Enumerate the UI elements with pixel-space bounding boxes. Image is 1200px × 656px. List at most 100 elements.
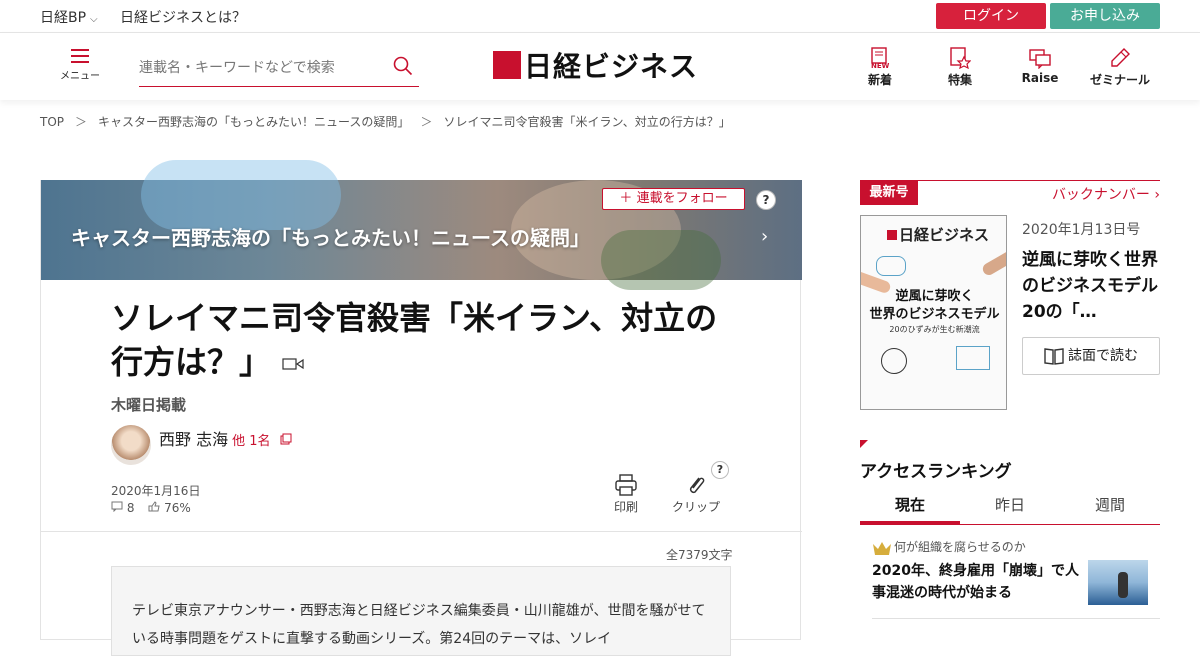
- tab-weekly[interactable]: 週間: [1060, 492, 1160, 524]
- apply-button[interactable]: お申し込み: [1050, 3, 1160, 29]
- popup-icon[interactable]: [280, 433, 292, 445]
- breadcrumb-series[interactable]: キャスター西野志海の「もっとみたい！ニュースの疑問」: [98, 115, 409, 129]
- follow-series-button[interactable]: ＋ 連載をフォロー: [602, 188, 745, 210]
- author-name[interactable]: 西野 志海: [159, 430, 228, 449]
- breadcrumb-separator: ＞: [420, 115, 433, 129]
- brand-label: 日経BP: [40, 10, 87, 26]
- logo-mark: [493, 51, 521, 79]
- hamburger-icon: [71, 49, 89, 63]
- issue-date: 2020年1月13日号: [1022, 222, 1141, 238]
- paperclip-icon: [689, 477, 705, 494]
- breadcrumb-separator: ＞: [75, 115, 88, 129]
- follow-label: 連載をフォロー: [636, 191, 728, 206]
- lead-paragraph: テレビ東京アナウンサー・西野志海と日経ビジネス編集委員・山川龍雄が、世間を騒がせ…: [111, 566, 731, 656]
- nav-new-label: 新着: [867, 73, 892, 87]
- plus-icon: ＋: [619, 191, 637, 206]
- magazine-cover[interactable]: 日経ビジネス 逆風に芽吹く 世界のビジネスモデル 20のひずみが生む新潮流: [860, 215, 1007, 410]
- chevron-down-icon: ⌵: [90, 14, 98, 25]
- site-logo[interactable]: 日経ビジネス: [493, 47, 698, 83]
- cover-illustration: [881, 348, 907, 374]
- tab-now[interactable]: 現在: [860, 492, 960, 524]
- ranking-thumbnail[interactable]: [1088, 560, 1148, 605]
- breadcrumb: TOP ＞ キャスター西野志海の「もっとみたい！ニュースの疑問」 ＞ ソレイマニ司令官殺…: [40, 113, 731, 130]
- pencil-icon: [1111, 48, 1130, 67]
- cover-illustration: [956, 346, 990, 370]
- author-avatar[interactable]: [111, 425, 151, 465]
- search-icon[interactable]: [393, 56, 413, 76]
- cover-subheadline: 20のひずみが生む新潮流: [889, 325, 980, 334]
- printer-icon: [615, 474, 637, 496]
- clip-button[interactable]: クリップ: [669, 474, 723, 515]
- nav-feature-label: 特集: [947, 73, 972, 87]
- divider: [872, 618, 1160, 619]
- nav-seminar[interactable]: ゼミナール: [1088, 47, 1152, 88]
- backnumber-link[interactable]: バックナンバー ›: [1052, 184, 1160, 204]
- comment-count[interactable]: 8: [127, 501, 135, 515]
- ranking-mark: [860, 440, 868, 448]
- publish-schedule: 木曜日掲載: [111, 396, 187, 414]
- article-title-text: ソレイマニ司令官殺害「米イラン、対立の行方は？」: [111, 299, 718, 381]
- breadcrumb-top[interactable]: TOP: [40, 115, 64, 129]
- issue-title[interactable]: 逆風に芽吹く世界のビジネスモデル 20の「…: [1022, 247, 1175, 325]
- nav-seminar-label: ゼミナール: [1089, 73, 1150, 87]
- site-header: メニュー 連載名・キーワードなどで検索 日経ビジネス NEW 新着 特集 Rai…: [0, 33, 1200, 100]
- article-stats: 8 76%: [111, 501, 191, 515]
- article-card: キャスター西野志海の「もっとみたい！ニュースの疑問」 › ＋ 連載をフォロー ?…: [40, 160, 802, 656]
- divider: [41, 531, 802, 532]
- login-button[interactable]: ログイン: [936, 3, 1046, 29]
- video-icon: [282, 358, 304, 370]
- nav-new[interactable]: NEW 新着: [864, 47, 896, 88]
- comment-icon: [111, 501, 123, 513]
- like-rate[interactable]: 76%: [164, 501, 191, 515]
- cover-logo-text: 日経ビジネス: [899, 226, 990, 244]
- backnumber-label: バックナンバー: [1051, 187, 1150, 203]
- read-label: 誌面で読む: [1068, 348, 1138, 364]
- ranking-category-text[interactable]: 何が組織を腐らせるのか: [894, 540, 1026, 554]
- ranking-category: 何が組織を腐らせるのか: [872, 538, 1026, 556]
- ranking-tabs: 現在 昨日 週間: [860, 490, 1160, 525]
- author-line: 西野 志海他 1名: [159, 426, 292, 450]
- menu-label: メニュー: [60, 71, 100, 82]
- star-document-icon: [950, 47, 971, 69]
- clip-help-icon[interactable]: ?: [711, 461, 729, 479]
- help-icon[interactable]: ?: [756, 190, 776, 210]
- series-banner[interactable]: キャスター西野志海の「もっとみたい！ニュースの疑問」 › ＋ 連載をフォロー ?: [41, 160, 802, 290]
- menu-button[interactable]: メニュー: [58, 49, 102, 82]
- read-magazine-button[interactable]: 誌面で読む: [1022, 337, 1160, 375]
- word-count: 全7379文字: [666, 548, 733, 562]
- cover-illustration: [876, 256, 906, 276]
- series-title[interactable]: キャスター西野志海の「もっとみたい！ニュースの疑問」: [71, 222, 590, 251]
- print-button[interactable]: 印刷: [610, 474, 642, 515]
- publish-date: 2020年1月16日: [111, 484, 201, 498]
- clip-label: クリップ: [671, 500, 720, 514]
- top-bar: 日経BP ⌵ 日経ビジネスとは？ ログイン お申し込み: [0, 0, 1200, 33]
- author-more-link[interactable]: 他 1名: [232, 434, 270, 449]
- search-input[interactable]: 連載名・キーワードなどで検索: [139, 57, 335, 77]
- nav-feature[interactable]: 特集: [944, 47, 976, 88]
- search-box[interactable]: 連載名・キーワードなどで検索: [139, 47, 419, 87]
- article-title: ソレイマニ司令官殺害「米イラン、対立の行方は？」: [111, 296, 731, 384]
- logo-text: 日経ビジネス: [524, 50, 699, 83]
- cover-headline: 逆風に芽吹く 世界のビジネスモデル: [869, 289, 1000, 322]
- print-label: 印刷: [613, 500, 638, 514]
- banner-decoration: [601, 230, 721, 290]
- svg-text:NEW: NEW: [871, 62, 890, 69]
- nikkei-bp-menu[interactable]: 日経BP ⌵: [40, 7, 98, 27]
- cover-illustration: [980, 246, 1006, 278]
- open-book-icon: [1044, 348, 1064, 365]
- nav-raise[interactable]: Raise: [1020, 47, 1060, 85]
- chat-bubbles-icon: [1029, 49, 1051, 69]
- chevron-right-icon: ›: [1154, 187, 1160, 203]
- banner-decoration: [141, 160, 341, 230]
- thumbs-up-icon: [148, 501, 160, 512]
- ranking-title: アクセスランキング: [860, 462, 1012, 482]
- breadcrumb-current: ソレイマニ司令官殺害「米イラン、対立の行方は？」: [443, 115, 731, 129]
- tab-yesterday[interactable]: 昨日: [960, 492, 1060, 524]
- new-document-icon: NEW: [871, 47, 890, 69]
- about-link[interactable]: 日経ビジネスとは？: [120, 7, 246, 27]
- chevron-right-icon[interactable]: ›: [761, 226, 768, 247]
- cover-logo: 日経ビジネス: [887, 224, 989, 245]
- ranking-item-title[interactable]: 2020年、終身雇用「崩壊」で人事混迷の時代が始まる: [872, 560, 1082, 604]
- latest-issue-badge: 最新号: [860, 180, 918, 205]
- crown-icon: [873, 541, 891, 555]
